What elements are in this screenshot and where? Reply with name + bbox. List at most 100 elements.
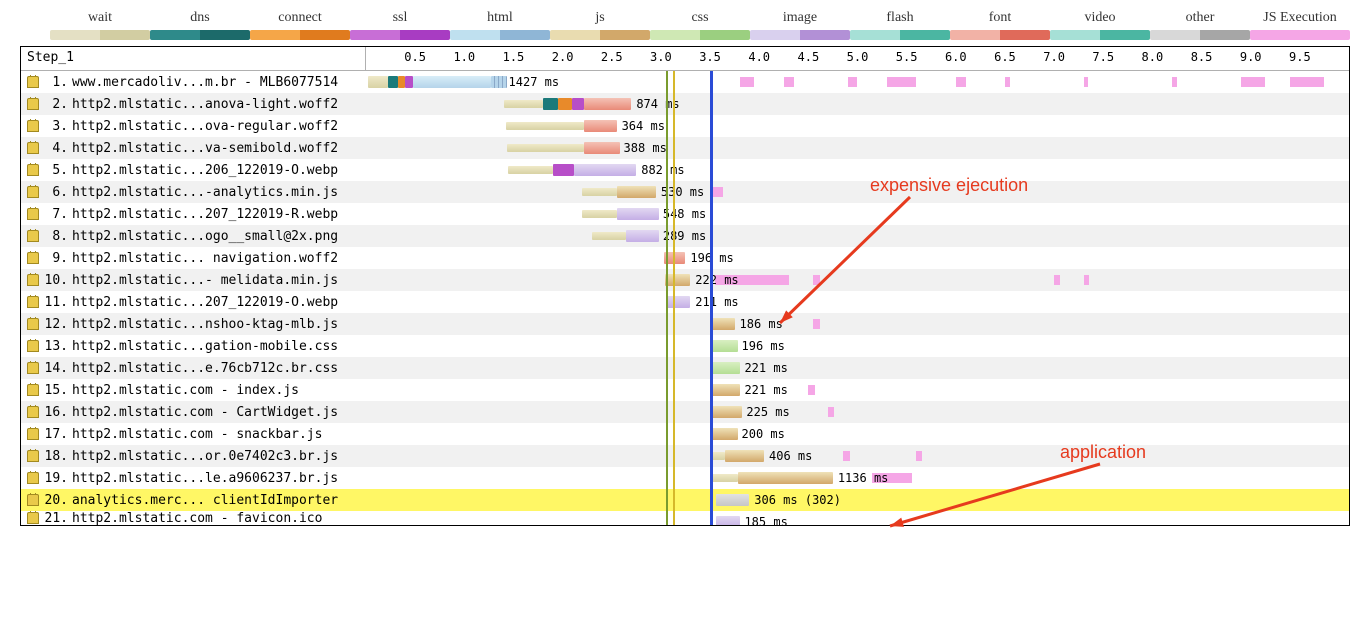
row-ms-label: 1427 ms (509, 75, 560, 89)
segment-font (584, 142, 619, 154)
row-bars: 548 ms (366, 203, 1349, 225)
lock-icon (27, 362, 39, 374)
segment-font (664, 252, 686, 264)
waterfall-row[interactable]: 3.http2.mlstatic...ova-regular.woff2364 … (21, 115, 1349, 137)
row-ms-label: 874 ms (636, 97, 679, 111)
legend-swatch (950, 30, 1050, 40)
legend-swatch (650, 30, 750, 40)
legend-label: ssl (350, 10, 450, 26)
row-url: analytics.merc... clientIdImporter (72, 493, 338, 508)
row-ms-label: 388 ms (624, 141, 667, 155)
row-bars: 1427 ms (366, 71, 1349, 93)
waterfall-row[interactable]: 14.http2.mlstatic...e.76cb712c.br.css221… (21, 357, 1349, 379)
legend-item-html: html (450, 10, 550, 40)
waterfall-chart: Step_1 0.51.01.52.02.53.03.54.04.55.05.5… (20, 46, 1350, 526)
segment-html (413, 76, 491, 88)
jsexec-segment (1084, 275, 1090, 285)
segment-js (617, 186, 656, 198)
segment-wait (582, 210, 616, 218)
segment-wait (582, 188, 616, 196)
waterfall-row[interactable]: 20.analytics.merc... clientIdImporter306… (21, 489, 1349, 511)
row-number: 6. (44, 185, 68, 200)
segment-ssl (572, 98, 584, 110)
lock-icon (27, 208, 39, 220)
waterfall-row[interactable]: 9. http2.mlstatic... navigation.woff2 196 … (21, 247, 1349, 269)
row-ms-label: 222 ms (695, 273, 738, 287)
segment-js (738, 472, 833, 484)
tick: 9.0 (1240, 50, 1262, 64)
row-label: 16.http2.mlstatic.com - CartWidget.js (21, 405, 366, 420)
step-label: Step_1 (21, 47, 366, 70)
tick: 8.5 (1191, 50, 1213, 64)
legend-swatch (1150, 30, 1250, 40)
waterfall-row[interactable]: 12.http2.mlstatic...nshoo-ktag-mlb.js186… (21, 313, 1349, 335)
row-ms-label: 225 ms (746, 405, 789, 419)
jsexec-segment (1290, 77, 1324, 87)
row-url: http2.mlstatic...ova-regular.woff2 (72, 119, 338, 134)
segment-wait (712, 474, 738, 482)
row-bars: 196 ms (366, 335, 1349, 357)
segment-js (712, 318, 735, 330)
segment-js (665, 274, 691, 286)
waterfall-row[interactable]: 6.http2.mlstatic...-analytics.min.js530 … (21, 181, 1349, 203)
tick: 6.0 (945, 50, 967, 64)
row-bars: 221 ms (366, 379, 1349, 401)
legend-swatch (750, 30, 850, 40)
tick: 7.0 (1043, 50, 1065, 64)
waterfall-row[interactable]: 18. http2.mlstatic...or.0e7402c3.br.js 406… (21, 445, 1349, 467)
waterfall-row[interactable]: 8.http2.mlstatic...ogo__small@2x.png289 … (21, 225, 1349, 247)
row-url: http2.mlstatic... navigation.woff2 (72, 251, 338, 266)
row-ms-label: 196 ms (690, 251, 733, 265)
segment-dns (388, 76, 399, 88)
waterfall-row[interactable]: 1.www.mercadoliv...m.br - MLB60775141427… (21, 71, 1349, 93)
lock-icon (27, 76, 39, 88)
row-url: http2.mlstatic.com - CartWidget.js (72, 405, 338, 420)
lock-icon (27, 296, 39, 308)
row-url: http2.mlstatic...nshoo-ktag-mlb.js (72, 317, 338, 332)
row-ms-label: 200 ms (742, 427, 785, 441)
waterfall-row[interactable]: 2.http2.mlstatic...anova-light.woff2874 … (21, 93, 1349, 115)
waterfall-row[interactable]: 4.http2.mlstatic...va-semibold.woff2388 … (21, 137, 1349, 159)
row-label: 5.http2.mlstatic...206_122019-O.webp (21, 163, 366, 178)
tick: 5.0 (847, 50, 869, 64)
row-number: 9. (44, 251, 68, 266)
row-bars: 222 ms (366, 269, 1349, 291)
waterfall-row[interactable]: 15.http2.mlstatic.com - index.js221 ms (21, 379, 1349, 401)
waterfall-row[interactable]: 13.http2.mlstatic...gation-mobile.css196… (21, 335, 1349, 357)
segment-connect (398, 76, 405, 88)
lock-icon (27, 164, 39, 176)
row-label: 10.http2.mlstatic...- melidata.min.js (21, 273, 366, 288)
tick: 9.5 (1289, 50, 1311, 64)
tick: 4.5 (798, 50, 820, 64)
waterfall-row[interactable]: 21.http2.mlstatic.com - favicon.ico185 m… (21, 511, 1349, 525)
waterfall-row[interactable]: 7.http2.mlstatic...207_122019-R.webp548 … (21, 203, 1349, 225)
row-url: http2.mlstatic...or.0e7402c3.br.js (72, 449, 338, 464)
legend-swatch (850, 30, 950, 40)
row-bars: 406 ms (366, 445, 1349, 467)
lock-icon (27, 512, 39, 524)
waterfall-row[interactable]: 5.http2.mlstatic...206_122019-O.webp882 … (21, 159, 1349, 181)
row-ms-label: 306 ms (302) (754, 493, 841, 507)
jsexec-segment (813, 275, 820, 285)
row-number: 7. (44, 207, 68, 222)
segment-font (584, 98, 631, 110)
jsexec-segment (1172, 77, 1177, 87)
waterfall-row[interactable]: 19.http2.mlstatic...le.a9606237.br.js113… (21, 467, 1349, 489)
lock-icon (27, 494, 39, 506)
legend-item-connect: connect (250, 10, 350, 40)
tick: 2.5 (601, 50, 623, 64)
waterfall-row[interactable]: 11.http2.mlstatic...207_122019-O.webp211… (21, 291, 1349, 313)
waterfall-row[interactable]: 17.http2.mlstatic.com - snackbar.js200 m… (21, 423, 1349, 445)
row-number: 18. (44, 449, 68, 464)
jsexec-segment (887, 77, 916, 87)
segment-wait (368, 76, 388, 88)
segment-connect (558, 98, 573, 110)
lock-icon (27, 406, 39, 418)
row-url: http2.mlstatic...206_122019-O.webp (72, 163, 338, 178)
row-url: http2.mlstatic.com - index.js (72, 383, 299, 398)
waterfall-row[interactable]: 10.http2.mlstatic...- melidata.min.js 222… (21, 269, 1349, 291)
legend-item-wait: wait (50, 10, 150, 40)
row-number: 19. (44, 471, 68, 486)
row-ms-label: 185 ms (744, 515, 787, 526)
waterfall-row[interactable]: 16.http2.mlstatic.com - CartWidget.js 225… (21, 401, 1349, 423)
